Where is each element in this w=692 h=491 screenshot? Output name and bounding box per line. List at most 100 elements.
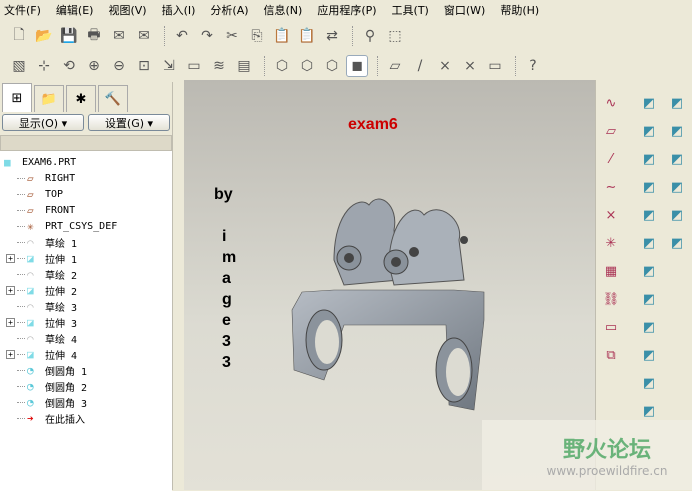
offset-icon[interactable]: ◩: [638, 344, 660, 366]
analysis-feature-icon[interactable]: ▦: [600, 260, 622, 282]
menu-item[interactable]: 信息(N): [264, 2, 303, 18]
tree-item[interactable]: ◔ 倒圆角 2: [0, 378, 172, 394]
tree-item[interactable]: ◔ 倒圆角 3: [0, 394, 172, 410]
tree-item[interactable]: ⌒ 草绘 2: [0, 266, 172, 282]
tab-model-tree[interactable]: ⊞: [2, 83, 32, 112]
tree-item[interactable]: ➔ 在此插入: [0, 410, 172, 426]
no-hidden-icon[interactable]: ⬡: [321, 55, 343, 77]
redo-icon[interactable]: ↷: [196, 25, 218, 47]
email-icon[interactable]: ✉: [108, 25, 130, 47]
expand-toggle[interactable]: +: [6, 253, 15, 263]
tree-item[interactable]: ▱ TOP: [0, 186, 172, 202]
named-view-icon[interactable]: ▭: [183, 55, 205, 77]
tree-item[interactable]: + ◪ 拉伸 2: [0, 282, 172, 298]
mirror-icon[interactable]: ◩: [638, 288, 660, 310]
blend-icon[interactable]: ◩: [666, 148, 688, 170]
save-icon[interactable]: 💾: [58, 25, 80, 47]
merge-icon[interactable]: ◩: [638, 316, 660, 338]
paste-icon[interactable]: 📋: [271, 25, 293, 47]
panel-splitter[interactable]: [172, 82, 184, 490]
find-icon[interactable]: ⚲: [359, 25, 381, 47]
regenerate-icon[interactable]: ⇄: [321, 25, 343, 47]
tab-folder-browser[interactable]: 📁: [34, 85, 64, 112]
datum-plane-display-icon[interactable]: ▱: [384, 55, 406, 77]
copy-icon[interactable]: ⎘: [246, 25, 268, 47]
datum-point-icon[interactable]: ×: [600, 204, 622, 226]
round-icon[interactable]: ◩: [638, 204, 660, 226]
tree-item[interactable]: + ◪ 拉伸 1: [0, 250, 172, 266]
hole-icon[interactable]: ◩: [638, 260, 660, 282]
menu-item[interactable]: 分析(A): [210, 2, 248, 18]
chamfer-icon[interactable]: ◩: [638, 232, 660, 254]
tree-item[interactable]: ⌒ 草绘 1: [0, 234, 172, 250]
datum-plane-icon[interactable]: ▱: [600, 120, 622, 142]
repaint-icon[interactable]: ▧: [8, 55, 30, 77]
draft-icon[interactable]: ◩: [638, 176, 660, 198]
selection-box-icon[interactable]: ⬚: [384, 25, 406, 47]
tree-item[interactable]: ◔ 倒圆角 1: [0, 362, 172, 378]
trim-icon[interactable]: ◩: [666, 204, 688, 226]
menu-item[interactable]: 编辑(E): [56, 2, 94, 18]
thicken-icon[interactable]: ◩: [638, 372, 660, 394]
tree-item[interactable]: ▱ RIGHT: [0, 170, 172, 186]
menu-item[interactable]: 应用程序(P): [317, 2, 376, 18]
pattern-icon[interactable]: ◩: [666, 176, 688, 198]
menu-item[interactable]: 视图(V): [108, 2, 146, 18]
menu-item[interactable]: 插入(I): [162, 2, 196, 18]
sketch-tool-icon[interactable]: ∿: [600, 92, 622, 114]
new-icon[interactable]: 🗋: [8, 25, 30, 47]
expand-toggle[interactable]: +: [6, 349, 15, 359]
tree-item[interactable]: ⌒ 草绘 4: [0, 330, 172, 346]
wireframe-icon[interactable]: ⬡: [271, 55, 293, 77]
datum-csys-icon[interactable]: ✳: [600, 232, 622, 254]
print-icon[interactable]: 🖶: [83, 25, 105, 47]
tree-item[interactable]: + ◪ 拉伸 3: [0, 314, 172, 330]
transform-icon[interactable]: ⧉: [600, 344, 622, 366]
csys-display-icon[interactable]: ⨯: [459, 55, 481, 77]
reorient-icon[interactable]: ⇲: [158, 55, 180, 77]
shell-icon[interactable]: ◩: [638, 120, 660, 142]
expand-toggle[interactable]: +: [6, 285, 15, 295]
datum-curve-icon[interactable]: ∼: [600, 176, 622, 198]
tree-item[interactable]: ✳ PRT_CSYS_DEF: [0, 218, 172, 234]
email-link-icon[interactable]: ✉: [133, 25, 155, 47]
intersect-icon[interactable]: ◩: [666, 232, 688, 254]
paste-special-icon[interactable]: 📋: [296, 25, 318, 47]
tab-favorites[interactable]: ✱: [66, 85, 96, 112]
spin-center-icon[interactable]: ⊹: [33, 55, 55, 77]
undo-icon[interactable]: ↶: [171, 25, 193, 47]
tree-item[interactable]: ■ EXAM6.PRT: [0, 154, 172, 170]
sweep-icon[interactable]: ◩: [666, 120, 688, 142]
menu-item[interactable]: 帮助(H): [500, 2, 539, 18]
rib-icon[interactable]: ◩: [638, 148, 660, 170]
revolve-icon[interactable]: ◩: [666, 92, 688, 114]
context-help-icon[interactable]: ?: [522, 55, 544, 77]
orient-icon[interactable]: ⟲: [58, 55, 80, 77]
tree-item[interactable]: ▱ FRONT: [0, 202, 172, 218]
zoom-in-icon[interactable]: ⊕: [83, 55, 105, 77]
extrude-icon[interactable]: ◩: [638, 92, 660, 114]
datum-axis-display-icon[interactable]: /: [409, 55, 431, 77]
display-dropdown[interactable]: 显示(O) ▾: [2, 114, 84, 131]
hidden-line-icon[interactable]: ⬡: [296, 55, 318, 77]
refit-icon[interactable]: ⊡: [133, 55, 155, 77]
zoom-out-icon[interactable]: ⊖: [108, 55, 130, 77]
menu-item[interactable]: 工具(T): [392, 2, 429, 18]
annotation-icon[interactable]: ▭: [600, 316, 622, 338]
chain-icon[interactable]: ⛓: [600, 288, 622, 310]
menu-item[interactable]: 窗口(W): [444, 2, 485, 18]
solidify-icon[interactable]: ◩: [638, 400, 660, 422]
expand-toggle[interactable]: +: [6, 317, 15, 327]
tree-item[interactable]: + ◪ 拉伸 4: [0, 346, 172, 362]
tab-connections[interactable]: 🔨: [98, 85, 128, 112]
shading-icon[interactable]: ◼: [346, 55, 368, 77]
model-tree-settings-icon[interactable]: ▤: [233, 55, 255, 77]
menu-item[interactable]: 文件(F): [4, 2, 41, 18]
cut-icon[interactable]: ✂: [221, 25, 243, 47]
settings-dropdown[interactable]: 设置(G) ▾: [88, 114, 170, 131]
tree-item[interactable]: ⌒ 草绘 3: [0, 298, 172, 314]
datum-point-display-icon[interactable]: ×: [434, 55, 456, 77]
datum-axis-icon[interactable]: ⁄: [600, 148, 622, 170]
layers-icon[interactable]: ≋: [208, 55, 230, 77]
open-icon[interactable]: 📂: [33, 25, 55, 47]
